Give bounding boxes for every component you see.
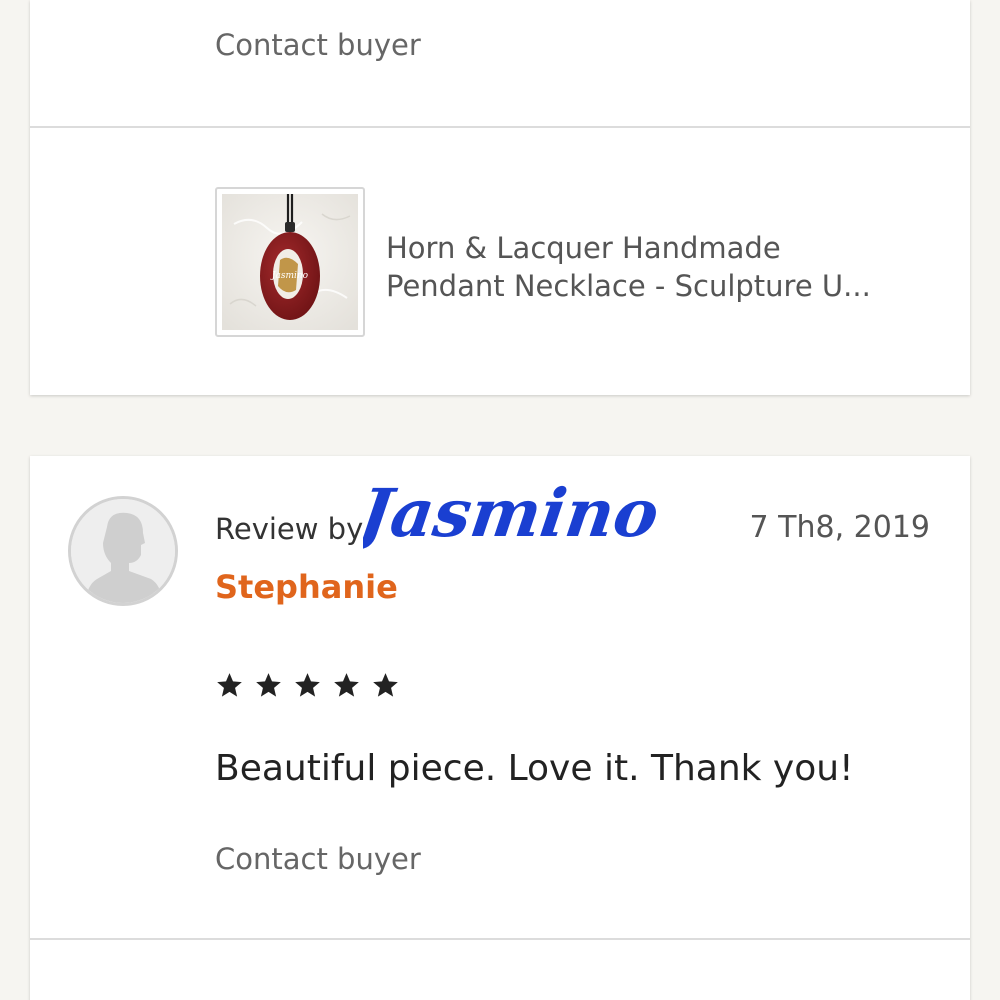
contact-buyer-link[interactable]: Contact buyer — [215, 842, 421, 876]
product-title-line-2: Pendant Necklace - Sculpture U... — [386, 269, 871, 303]
star-icon — [256, 673, 281, 697]
star-icon — [373, 673, 398, 697]
product-thumbnail[interactable]: Jasmino — [215, 187, 365, 337]
pendant-necklace-image: Jasmino — [222, 194, 358, 330]
star-rating — [215, 671, 400, 700]
review-date: 7 Th8, 2019 — [749, 510, 930, 545]
shop-reviews-page: Contact buyer Jasmino Horn & Lacquer Han… — [0, 0, 1000, 1000]
reviewer-avatar[interactable] — [68, 496, 178, 606]
default-user-avatar-icon — [71, 499, 175, 603]
watermark-text: Jasmino — [363, 474, 664, 552]
contact-buyer-link[interactable]: Contact buyer — [215, 28, 421, 62]
star-icon — [295, 673, 320, 697]
divider — [30, 126, 970, 128]
reviewer-name-link[interactable]: Stephanie — [215, 568, 398, 606]
review-text: Beautiful piece. Love it. Thank you! — [215, 748, 854, 789]
jasmino-signature-watermark: Jasmino — [363, 474, 664, 552]
review-card: Review by Jasmino 7 Th8, 2019 Stephanie … — [30, 456, 970, 1000]
star-icon — [217, 673, 242, 697]
product-title-line-1: Horn & Lacquer Handmade — [386, 231, 781, 265]
divider — [30, 938, 970, 940]
product-title-link[interactable]: Horn & Lacquer Handmade Pendant Necklace… — [386, 229, 946, 305]
order-card: Contact buyer Jasmino Horn & Lacquer Han… — [30, 0, 970, 395]
thumbnail-signature: Jasmino — [270, 271, 309, 281]
star-icon — [334, 673, 359, 697]
review-by-label: Review by — [215, 512, 364, 546]
